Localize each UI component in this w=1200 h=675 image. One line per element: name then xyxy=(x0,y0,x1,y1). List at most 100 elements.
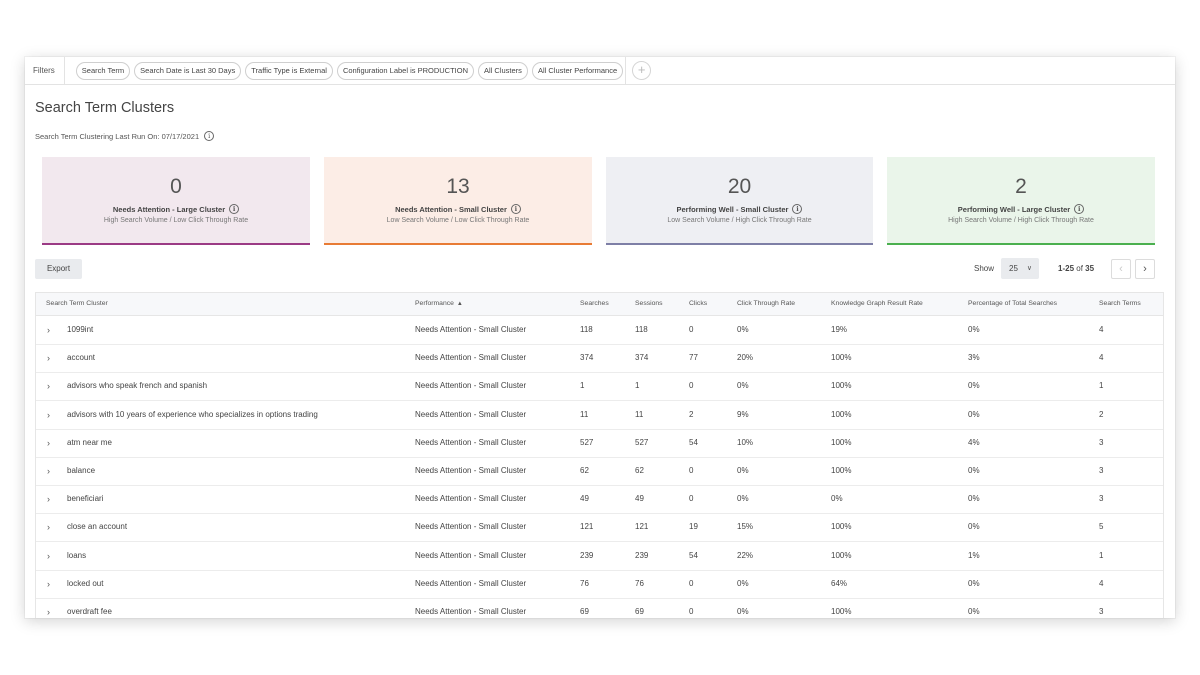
info-icon[interactable]: i xyxy=(204,131,215,141)
table-row[interactable]: › advisors with 10 years of experience wh… xyxy=(36,401,1163,430)
chevron-right-icon[interactable]: › xyxy=(47,570,50,598)
card-performing-well-small[interactable]: 20 Performing Well - Small Cluster i Low … xyxy=(606,157,873,245)
chevron-right-icon[interactable]: › xyxy=(47,457,50,485)
info-icon[interactable]: i xyxy=(229,204,240,214)
info-icon[interactable]: i xyxy=(510,204,521,214)
cell-clicks: 54 xyxy=(689,437,698,447)
last-run-text: Search Term Clustering Last Run On: 07/1… xyxy=(35,131,200,141)
chevron-right-icon[interactable]: › xyxy=(1135,259,1155,279)
table-row[interactable]: › beneficiari Needs Attention - Small Clus… xyxy=(36,485,1163,515)
table-row[interactable]: › 1099int Needs Attention - Small Cluster 1… xyxy=(36,316,1163,345)
chevron-right-icon[interactable]: › xyxy=(47,513,50,541)
cell-searches: 118 xyxy=(580,325,593,334)
column-header-label: Performance xyxy=(415,300,454,307)
cell-performance: Needs Attention - Small Cluster xyxy=(415,494,527,504)
chevron-right-icon[interactable]: › xyxy=(47,429,50,457)
column-header-cluster[interactable]: Search Term Cluster xyxy=(46,293,108,315)
chevron-right-icon[interactable]: › xyxy=(47,401,50,429)
cell-ctr: 0% xyxy=(737,381,749,391)
chevron-right-icon[interactable]: › xyxy=(47,372,50,400)
cell-performance: Needs Attention - Small Cluster xyxy=(415,466,527,475)
column-header-search-terms[interactable]: Search Terms xyxy=(1099,293,1141,315)
column-header-clicks[interactable]: Clicks xyxy=(689,293,707,315)
cell-kg-rate: 64% xyxy=(831,578,848,588)
cell-ctr: 22% xyxy=(737,550,754,560)
cell-cluster: overdraft fee xyxy=(67,607,112,616)
table-row[interactable]: › balance Needs Attention - Small Cluster 6… xyxy=(36,457,1163,486)
cell-pct-searches: 0% xyxy=(968,578,980,588)
table-row[interactable]: › close an account Needs Attention - Small… xyxy=(36,513,1163,543)
page-title: Search Term Clusters xyxy=(35,100,175,116)
filter-chips: Search Term Search Date is Last 30 Days … xyxy=(65,61,624,80)
card-performing-well-large[interactable]: 2 Performing Well - Large Cluster i High … xyxy=(887,157,1155,245)
cell-searches: 76 xyxy=(580,578,589,588)
cell-ctr: 15% xyxy=(737,522,754,532)
card-needs-attention-small[interactable]: 13 Needs Attention - Small Cluster i Low … xyxy=(324,157,592,245)
table-row[interactable]: › locked out Needs Attention - Small Clust… xyxy=(36,570,1163,599)
card-needs-attention-large[interactable]: 0 Needs Attention - Large Cluster i High … xyxy=(42,157,310,245)
filters-label: Filters xyxy=(25,57,65,84)
page-size-select[interactable]: 25 ∨ xyxy=(1001,258,1039,279)
cell-searches: 239 xyxy=(580,550,594,560)
filter-bar: Filters Search Term Search Date is Last … xyxy=(25,57,1175,85)
cell-search-terms: 5 xyxy=(1099,522,1104,532)
cell-kg-rate: 100% xyxy=(831,409,852,419)
table-row[interactable]: › overdraft fee Needs Attention - Small Cl… xyxy=(36,598,1163,618)
card-title: Performing Well - Small Cluster xyxy=(676,204,789,214)
cell-kg-rate: 100% xyxy=(831,353,852,363)
column-header-ctr[interactable]: Click Through Rate xyxy=(737,293,795,315)
chevron-right-icon[interactable]: › xyxy=(47,485,50,513)
cell-clicks: 0 xyxy=(689,607,694,616)
table-row[interactable]: › account Needs Attention - Small Cluster 3… xyxy=(36,344,1163,374)
column-header-kg-rate[interactable]: Knowledge Graph Result Rate xyxy=(831,293,923,315)
filter-chip-configuration-label[interactable]: Configuration Label is PRODUCTION xyxy=(336,61,474,80)
chevron-left-icon[interactable]: ‹ xyxy=(1111,259,1131,279)
cell-clicks: 77 xyxy=(689,353,698,363)
cell-cluster: atm near me xyxy=(67,437,112,447)
card-accent-bar xyxy=(324,243,592,245)
chevron-right-icon[interactable]: › xyxy=(47,344,50,372)
cell-performance: Needs Attention - Small Cluster xyxy=(415,437,527,447)
filter-chip-search-date[interactable]: Search Date is Last 30 Days xyxy=(134,61,242,80)
cell-cluster: advisors who speak french and spanish xyxy=(67,381,208,391)
cell-search-terms: 2 xyxy=(1099,409,1104,419)
filter-chip-all-clusters[interactable]: All Clusters xyxy=(478,61,528,80)
cell-pct-searches: 0% xyxy=(968,325,980,334)
export-button[interactable]: Export xyxy=(35,259,82,279)
filter-chip-search-term[interactable]: Search Term xyxy=(75,61,131,80)
filter-chip-traffic-type[interactable]: Traffic Type is External xyxy=(245,61,333,80)
info-icon[interactable]: i xyxy=(792,204,803,214)
sort-ascending-icon[interactable]: ▲ xyxy=(457,301,463,307)
cell-cluster: account xyxy=(67,353,96,363)
cell-performance: Needs Attention - Small Cluster xyxy=(415,578,527,588)
chevron-right-icon[interactable]: › xyxy=(47,542,50,570)
cell-cluster: balance xyxy=(67,466,96,475)
card-count: 0 xyxy=(170,175,182,198)
cell-search-terms: 4 xyxy=(1099,325,1104,334)
filter-chip-all-cluster-performance[interactable]: All Cluster Performance xyxy=(531,61,624,80)
cell-pct-searches: 0% xyxy=(968,381,980,391)
add-filter-icon[interactable]: + xyxy=(632,61,652,80)
card-count: 2 xyxy=(1015,175,1027,198)
card-count: 20 xyxy=(727,175,752,198)
column-header-performance[interactable]: Performance ▲ xyxy=(415,293,463,315)
table-row[interactable]: › advisors who speak french and spanish Ne… xyxy=(36,372,1163,402)
cell-search-terms: 1 xyxy=(1099,381,1104,391)
table-row[interactable]: › atm near me Needs Attention - Small Clus… xyxy=(36,429,1163,458)
column-header-sessions[interactable]: Sessions xyxy=(635,293,663,315)
chevron-right-icon[interactable]: › xyxy=(47,316,50,344)
chevron-right-icon[interactable]: › xyxy=(47,598,50,618)
cell-pct-searches: 0% xyxy=(968,522,980,532)
table-row[interactable]: › loans Needs Attention - Small Cluster 239… xyxy=(36,542,1163,571)
cell-cluster: loans xyxy=(67,550,87,560)
cell-ctr: 20% xyxy=(737,353,754,363)
cell-searches: 527 xyxy=(580,437,594,447)
info-icon[interactable]: i xyxy=(1074,204,1085,214)
cell-ctr: 0% xyxy=(737,607,749,616)
cell-ctr: 0% xyxy=(737,466,749,475)
column-header-pct-searches[interactable]: Percentage of Total Searches xyxy=(968,293,1057,315)
cell-performance: Needs Attention - Small Cluster xyxy=(415,550,527,560)
cell-kg-rate: 100% xyxy=(831,607,852,616)
column-header-searches[interactable]: Searches xyxy=(580,293,609,315)
column-header-label: Search Terms xyxy=(1099,300,1141,307)
